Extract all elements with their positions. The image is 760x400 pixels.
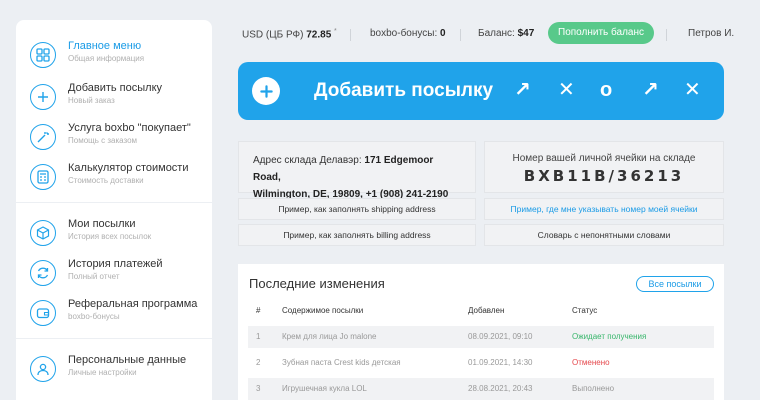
sidebar-item-sublabel: Новый заказ [68, 96, 115, 105]
sidebar-divider [16, 202, 212, 203]
billing-example-link[interactable]: Пример, как заполнять billing address [238, 224, 476, 246]
table-row[interactable]: 1 Крем для лица Jo malone 08.09.2021, 09… [248, 326, 714, 348]
sidebar-item-add-parcel[interactable]: Добавить посылку Новый заказ [16, 80, 212, 120]
sidebar-item-sublabel: Полный отчет [68, 272, 120, 281]
balance-label: Баланс: [478, 28, 515, 39]
sidebar-item-sublabel: История всех посылок [68, 232, 152, 241]
warehouse-address: Адрес склада Делавэр: 171 Edgemoor Road,… [238, 141, 476, 200]
sidebar-item-sublabel: Стоимость доставки [68, 176, 144, 185]
grid-icon [30, 42, 56, 68]
sidebar-item-label: Персональные данные [68, 354, 187, 366]
cell-number-example-link[interactable]: Пример, где мне указывать номер моей яче… [484, 198, 724, 220]
plus-icon [252, 77, 280, 105]
topup-balance-button[interactable]: Пополнить баланс [548, 22, 654, 44]
table-row[interactable]: 2 Зубная паста Crest kids детская 01.09.… [248, 352, 714, 374]
sidebar-item-label: Добавить посылку [68, 82, 163, 94]
sidebar-item-sublabel: boxbo-бонусы [68, 312, 120, 321]
account-balance: Баланс: $47 [478, 28, 534, 39]
column-header-status: Статус [572, 306, 598, 315]
top-bar: USD (ЦБ РФ) 72.85 * boxbo-бонусы: 0 Бала… [222, 20, 752, 48]
cross-icon: ✕ [684, 79, 701, 101]
currency-rate-label: USD (ЦБ РФ) [242, 29, 304, 41]
cross-icon: ✕ [558, 79, 575, 101]
package-icon [30, 220, 56, 246]
warehouse-address-prefix: Адрес склада Делавэр: [253, 155, 362, 166]
bonus-label: boxbo-бонусы: [370, 28, 438, 39]
personal-cell-label: Номер вашей личной ячейки на складе [512, 153, 696, 164]
all-parcels-button[interactable]: Все посылки [636, 276, 714, 292]
row-number: 3 [256, 384, 261, 393]
row-content: Игрушечная кукла LOL [282, 384, 367, 393]
plus-icon [30, 84, 56, 110]
column-header-number: # [256, 306, 261, 315]
topbar-separator [460, 29, 461, 41]
sidebar-item-sublabel: Общая информация [68, 54, 145, 63]
sidebar-item-label: История платежей [68, 258, 163, 270]
column-header-content: Содержимое посылки [282, 306, 364, 315]
sidebar-item-sublabel: Личные настройки [68, 368, 137, 377]
calculator-icon [30, 164, 56, 190]
bonus-value: 0 [440, 28, 446, 39]
sidebar-item-calculator[interactable]: Калькулятор стоимости Стоимость доставки [16, 160, 212, 200]
add-parcel-label: Добавить посылку [314, 80, 494, 101]
sidebar-item-my-parcels[interactable]: Мои посылки История всех посылок [16, 216, 212, 256]
sidebar-divider [16, 338, 212, 339]
user-name[interactable]: Петров И. [688, 28, 734, 39]
refresh-icon [30, 260, 56, 286]
row-date: 01.09.2021, 14:30 [468, 358, 533, 367]
currency-rate-mark: * [334, 28, 337, 35]
sidebar-item-payment-history[interactable]: История платежей Полный отчет [16, 256, 212, 296]
sidebar-item-label: Мои посылки [68, 218, 136, 230]
topbar-separator [350, 29, 351, 41]
shipping-example-link[interactable]: Пример, как заполнять shipping address [238, 198, 476, 220]
magic-wand-icon [30, 124, 56, 150]
currency-rate-value: 72.85 [306, 29, 332, 41]
recent-changes-panel: Последние изменения Все посылки # Содерж… [238, 264, 724, 400]
row-status: Выполнено [572, 384, 615, 393]
arrow-up-right-icon: ↗ [642, 79, 659, 101]
wallet-icon [30, 300, 56, 326]
row-content: Зубная паста Crest kids детская [282, 358, 401, 367]
arrow-up-right-icon: ↗ [514, 79, 531, 101]
user-icon [30, 356, 56, 382]
row-content: Крем для лица Jo malone [282, 332, 377, 341]
bonus-balance: boxbo-бонусы: 0 [370, 28, 446, 39]
circle-icon: o [600, 79, 613, 101]
glossary-link[interactable]: Словарь с непонятными словами [484, 224, 724, 246]
sidebar-item-label: Главное меню [68, 40, 142, 52]
table-row[interactable]: 3 Игрушечная кукла LOL 28.08.2021, 20:43… [248, 378, 714, 400]
recent-changes-title: Последние изменения [249, 276, 385, 291]
sidebar-item-referral[interactable]: Реферальная программа boxbo-бонусы [16, 296, 212, 336]
row-date: 08.09.2021, 09:10 [468, 332, 533, 341]
sidebar-item-buy-service[interactable]: Услуга boxbo "покупает" Помощь с заказом [16, 120, 212, 160]
column-header-added: Добавлен [468, 306, 505, 315]
add-parcel-button[interactable]: Добавить посылку ↗ ✕ o ↗ ✕ [238, 62, 724, 120]
sidebar-item-main-menu[interactable]: Главное меню Общая информация [16, 38, 212, 78]
topbar-separator [666, 29, 667, 41]
currency-rate: USD (ЦБ РФ) 72.85 * [242, 28, 337, 40]
table-header: # Содержимое посылки Добавлен Статус [248, 306, 714, 322]
row-date: 28.08.2021, 20:43 [468, 384, 533, 393]
sidebar-item-label: Калькулятор стоимости [68, 162, 189, 174]
balance-value: $47 [517, 28, 535, 39]
row-status: Ожидает получения [572, 332, 647, 341]
sidebar-item-personal-data[interactable]: Персональные данные Личные настройки [16, 352, 212, 392]
sidebar-item-label: Реферальная программа [68, 298, 198, 310]
sidebar-item-label: Услуга boxbo "покупает" [68, 122, 191, 134]
row-status: Отменено [572, 358, 610, 367]
row-number: 2 [256, 358, 261, 367]
row-number: 1 [256, 332, 261, 341]
personal-cell-number: BXB11B/36213 [523, 167, 685, 185]
personal-cell-card: Номер вашей личной ячейки на складе BXB1… [484, 141, 724, 193]
sidebar: Главное меню Общая информация Добавить п… [16, 20, 212, 400]
warehouse-address-line-1: Адрес склада Делавэр: 171 Edgemoor Road, [253, 152, 461, 186]
sidebar-item-sublabel: Помощь с заказом [68, 136, 138, 145]
